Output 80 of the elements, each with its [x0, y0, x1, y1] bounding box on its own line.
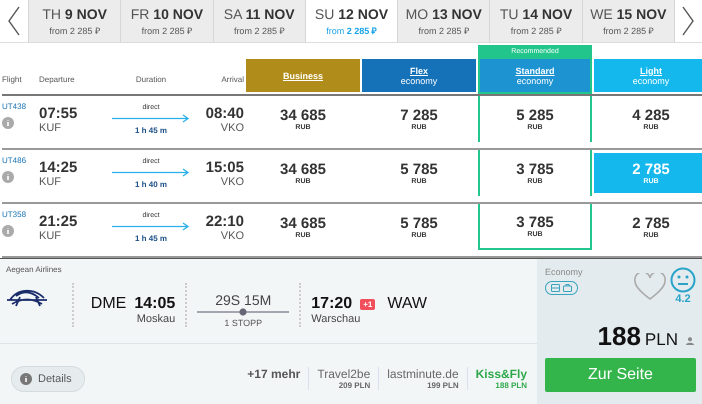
stop-count: 1 STOPP — [224, 318, 262, 328]
airport-code: KUF — [39, 230, 62, 242]
date-tab[interactable]: TU 14 NOV from 2 285 ₽ — [489, 0, 582, 42]
column-header: Duration — [134, 75, 168, 86]
airport-code: VKO — [220, 122, 244, 134]
details-button[interactable]: Details — [11, 366, 85, 392]
date-price: from 2 285 ₽ — [418, 24, 470, 36]
total-price: 188 — [598, 321, 641, 352]
column-header: Flight — [2, 75, 23, 86]
day-offset-badge: +1 — [360, 298, 376, 310]
departure-time: 14:05 — [134, 295, 176, 313]
fare-subtitle: economy — [516, 76, 554, 86]
airport-code: VKO — [220, 176, 244, 188]
date-tab[interactable]: MO 13 NOV from 2 285 ₽ — [397, 0, 490, 42]
neutral-face-icon — [670, 267, 696, 293]
fare-header[interactable]: Flex economy — [362, 59, 476, 92]
bag-icon — [563, 284, 572, 292]
date-price: from 2 285 ₽ — [234, 24, 284, 36]
date-price: from 2 285 ₽ — [326, 24, 377, 36]
provider-option[interactable]: lastminute.de 199 PLN — [379, 367, 468, 390]
departure-time: 14:25 — [39, 158, 78, 176]
fare-subtitle: economy — [632, 76, 670, 86]
more-providers-link[interactable]: +17 mehr — [247, 367, 310, 390]
airport-code: KUF — [39, 122, 62, 134]
airport-code: VKO — [220, 230, 244, 242]
heart-icon[interactable] — [634, 273, 666, 301]
price-currency: PLN — [644, 330, 678, 350]
date-label: TH 9 NOV — [42, 6, 107, 22]
date-price: from 2 285 ₽ — [510, 24, 562, 36]
date-label: TU 14 NOV — [500, 6, 572, 22]
date-tab[interactable]: SA 11 NOV from 2 285 ₽ — [212, 0, 305, 42]
info-icon[interactable] — [2, 117, 14, 129]
airport-code: KUF — [39, 176, 62, 188]
departure-time: 07:55 — [39, 104, 78, 122]
departure-city: Moskau — [136, 313, 176, 325]
column-header: Departure — [39, 75, 76, 86]
date-label: FR 10 NOV — [130, 6, 204, 22]
date-label: SA 11 NOV — [224, 6, 295, 22]
person-icon — [686, 337, 694, 345]
chevron-right-icon — [682, 6, 694, 36]
date-price: from 2 285 ₽ — [142, 24, 192, 36]
rating-score: 4.2 — [675, 293, 691, 305]
flight-duration: 1 h 45 m — [134, 234, 167, 242]
trip-duration: 29S 15M — [215, 292, 272, 308]
arrival-time: 15:05 — [206, 158, 244, 176]
airport-code: DME — [90, 295, 126, 313]
info-icon[interactable] — [2, 225, 14, 237]
card-icon — [551, 284, 560, 292]
arrival-time: 17:20 — [311, 295, 352, 313]
flight-number[interactable]: UT486 — [2, 156, 37, 165]
arrow-icon — [112, 168, 190, 176]
arrival-time: 22:10 — [206, 212, 244, 230]
fare-name[interactable]: Flex — [410, 66, 428, 76]
departure-time: 21:25 — [39, 212, 78, 230]
info-icon — [20, 373, 32, 385]
flight-duration: 1 h 40 m — [134, 180, 167, 188]
flight-number[interactable]: UT358 — [2, 210, 37, 219]
flight-duration: 1 h 45 m — [134, 126, 167, 134]
info-icon[interactable] — [2, 171, 14, 183]
fare-subtitle: economy — [400, 76, 438, 86]
provider-option[interactable]: Travel2be 209 PLN — [309, 367, 380, 390]
airport-code: WAW — [387, 295, 427, 313]
date-label: WE 15 NOV — [590, 6, 666, 22]
date-price: from 2 285 ₽ — [603, 24, 654, 36]
flight-number[interactable]: UT438 — [2, 102, 37, 111]
arrival-city: Warschau — [311, 313, 360, 325]
date-tab[interactable]: WE 15 NOV from 2 285 ₽ — [582, 0, 674, 42]
date-tab[interactable]: FR 10 NOV from 2 285 ₽ — [120, 0, 213, 42]
arrival-time: 08:40 — [206, 104, 244, 122]
chevron-left-icon — [8, 6, 20, 36]
date-label: MO 13 NOV — [406, 6, 482, 22]
stop-line-icon — [197, 308, 290, 316]
date-price: from 2 285 ₽ — [49, 24, 100, 36]
arrow-icon — [112, 222, 190, 230]
arrow-icon — [112, 114, 190, 122]
cabin-class: Economy — [545, 267, 583, 277]
airline-name: Aegean Airlines — [6, 265, 63, 274]
date-tab[interactable]: TH 9 NOV from 2 285 ₽ — [28, 0, 120, 42]
column-header: Arrival — [220, 75, 244, 86]
date-label: SU 12 NOV — [314, 6, 388, 22]
